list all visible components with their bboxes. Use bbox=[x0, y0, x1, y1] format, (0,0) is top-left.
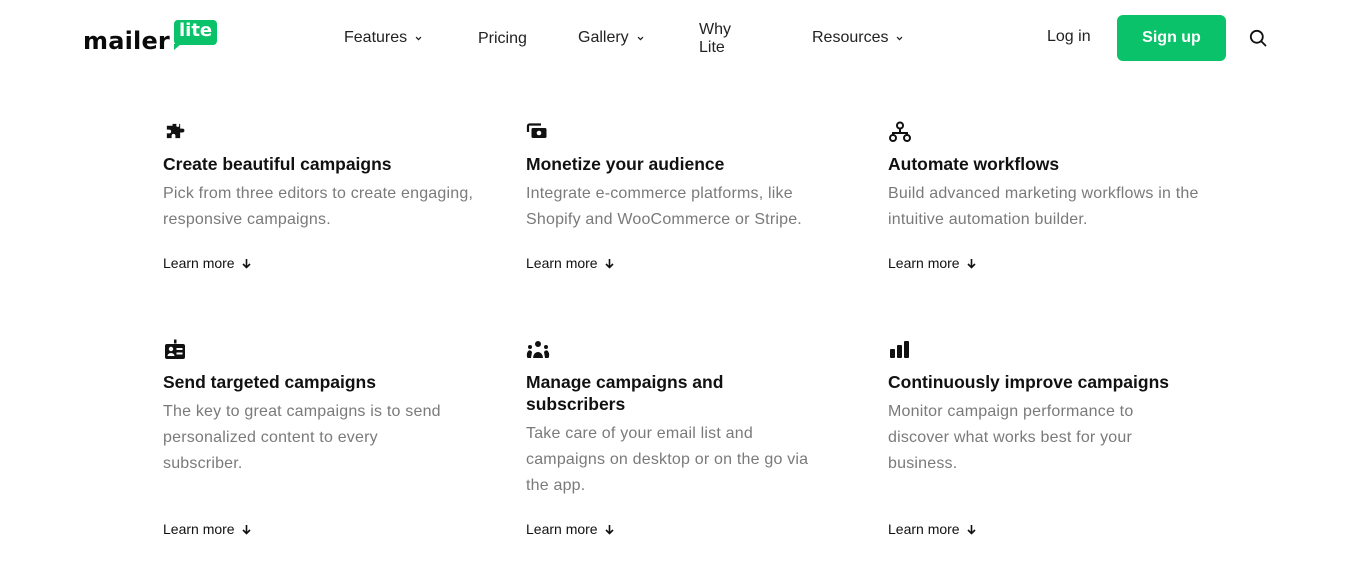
learn-more-link[interactable]: Learn more bbox=[526, 521, 614, 537]
feature-title: Manage campaigns and subscribers bbox=[526, 372, 724, 414]
search-icon bbox=[1249, 29, 1267, 47]
chevron-down-icon bbox=[897, 36, 903, 40]
feature-description: Pick from three editors to create engagi… bbox=[163, 185, 474, 228]
people-icon bbox=[526, 341, 550, 358]
login-link[interactable]: Log in bbox=[1047, 28, 1091, 46]
learn-more-label: Learn more bbox=[888, 521, 960, 537]
learn-more-link[interactable]: Learn more bbox=[163, 521, 251, 537]
money-icon bbox=[526, 123, 547, 138]
feature-description: The key to great campaigns is to send pe… bbox=[163, 403, 441, 472]
arrow-down-icon bbox=[967, 258, 976, 269]
arrow-down-icon bbox=[242, 524, 251, 535]
nav-label: Why Lite bbox=[699, 21, 731, 56]
learn-more-link[interactable]: Learn more bbox=[163, 255, 251, 271]
chevron-down-icon bbox=[637, 36, 644, 40]
feature-card: Send targeted campaigns The key to great… bbox=[163, 339, 483, 537]
id-badge-icon bbox=[165, 339, 185, 359]
arrow-down-icon bbox=[605, 258, 614, 269]
learn-more-label: Learn more bbox=[163, 521, 235, 537]
feature-title: Monetize your audience bbox=[526, 154, 725, 174]
nav-label: Gallery bbox=[578, 29, 629, 46]
chevron-down-icon bbox=[415, 36, 422, 40]
logo-wordmark: mailer bbox=[83, 27, 170, 55]
feature-description: Build advanced marketing workflows in th… bbox=[888, 185, 1199, 228]
workflow-icon bbox=[889, 121, 911, 142]
puzzle-icon bbox=[166, 123, 185, 139]
mailerlite-logo[interactable]: mailer lite bbox=[83, 17, 218, 55]
nav-item-features[interactable]: Features bbox=[344, 27, 422, 49]
site-header: mailer lite Features Pricing Gallery Why… bbox=[0, 0, 1349, 76]
nav-label: Features bbox=[344, 29, 408, 46]
feature-card: Monetize your audience Integrate e-comme… bbox=[526, 121, 846, 271]
nav-label: Resources bbox=[812, 29, 889, 46]
feature-title: Continuously improve campaigns bbox=[888, 372, 1170, 392]
feature-card: Create beautiful campaigns Pick from thr… bbox=[163, 121, 483, 271]
arrow-down-icon bbox=[967, 524, 976, 535]
feature-title: Create beautiful campaigns bbox=[163, 154, 392, 174]
feature-card: Manage campaigns and subscribers Take ca… bbox=[526, 339, 846, 537]
feature-card: Continuously improve campaigns Monitor c… bbox=[888, 339, 1208, 537]
feature-description: Take care of your email list and campaig… bbox=[526, 425, 809, 494]
arrow-down-icon bbox=[242, 258, 251, 269]
learn-more-label: Learn more bbox=[888, 255, 960, 271]
learn-more-label: Learn more bbox=[526, 255, 598, 271]
learn-more-link[interactable]: Learn more bbox=[888, 255, 976, 271]
nav-item-pricing[interactable]: Pricing bbox=[478, 28, 527, 50]
learn-more-label: Learn more bbox=[163, 255, 235, 271]
feature-description: Integrate e-commerce platforms, like Sho… bbox=[526, 185, 802, 228]
bar-chart-icon bbox=[890, 341, 909, 358]
learn-more-link[interactable]: Learn more bbox=[526, 255, 614, 271]
signup-button[interactable]: Sign up bbox=[1117, 15, 1226, 61]
nav-item-gallery[interactable]: Gallery bbox=[578, 27, 644, 49]
nav-item-why-lite[interactable]: Why Lite bbox=[699, 21, 731, 56]
feature-title: Automate workflows bbox=[888, 154, 1060, 174]
arrow-down-icon bbox=[605, 524, 614, 535]
nav-label: Pricing bbox=[478, 30, 527, 47]
learn-more-link[interactable]: Learn more bbox=[888, 521, 976, 537]
nav-item-resources[interactable]: Resources bbox=[812, 27, 903, 49]
learn-more-label: Learn more bbox=[526, 521, 598, 537]
search-button[interactable] bbox=[1249, 29, 1267, 47]
feature-card: Automate workflows Build advanced market… bbox=[888, 121, 1208, 271]
feature-title: Send targeted campaigns bbox=[163, 372, 376, 392]
feature-description: Monitor campaign performance to discover… bbox=[888, 403, 1134, 472]
logo-badge: lite bbox=[173, 20, 218, 50]
